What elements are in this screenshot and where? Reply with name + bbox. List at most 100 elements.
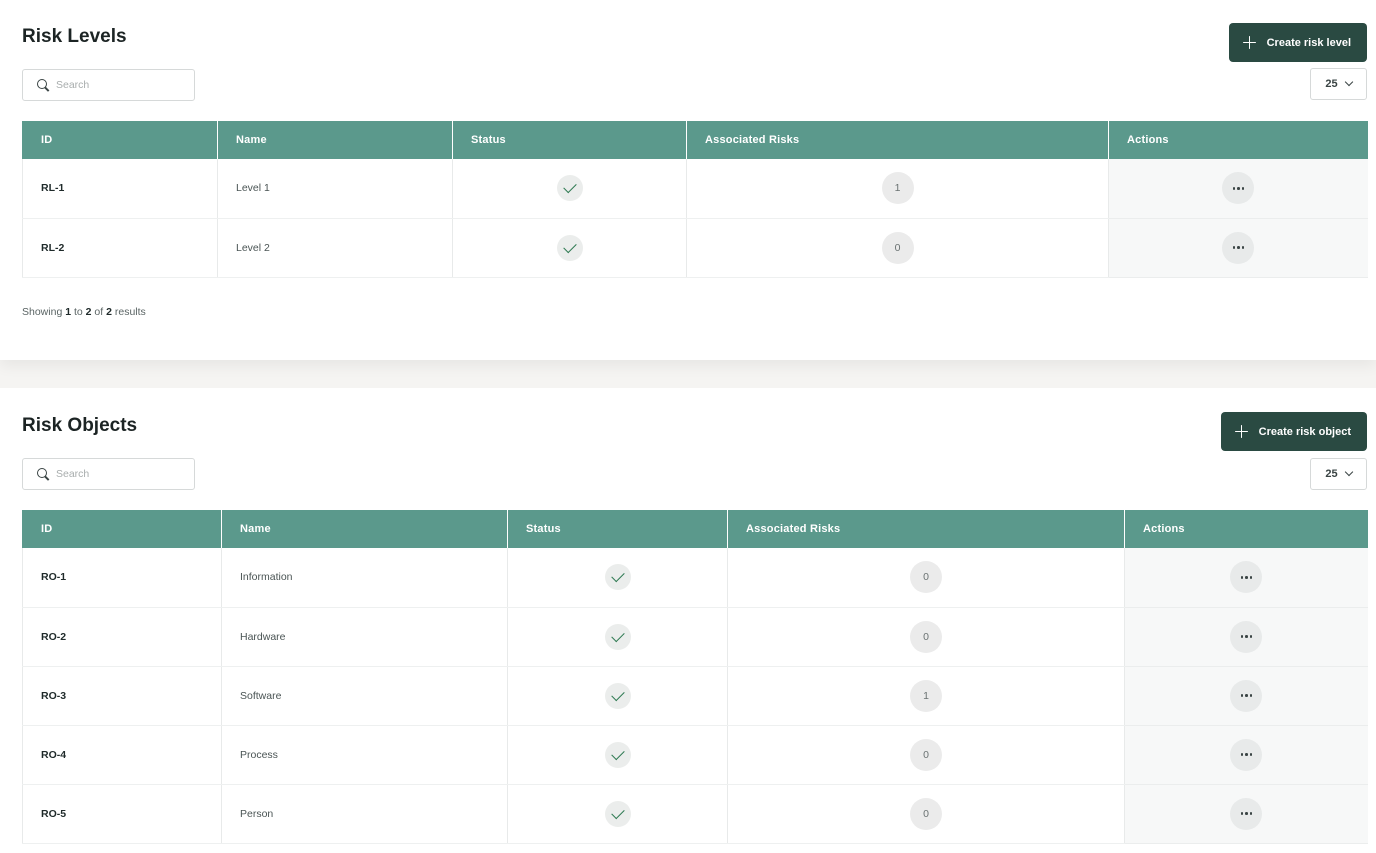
column-header-name[interactable]: Name	[221, 510, 508, 548]
status-badge	[604, 682, 631, 709]
row-status	[507, 784, 728, 844]
more-actions-button[interactable]	[1230, 679, 1263, 712]
table-row[interactable]: RO-5 Person 0	[22, 784, 1368, 844]
risk-objects-search-input[interactable]	[56, 468, 176, 480]
risk-objects-table: ID Name Status Associated Risks Actions …	[22, 510, 1368, 844]
row-id: RO-3	[22, 666, 222, 726]
status-badge	[604, 800, 631, 827]
row-name: Level 2	[217, 218, 453, 278]
more-icon	[1240, 753, 1243, 756]
search-icon	[37, 467, 50, 481]
associated-risks-count: 0	[910, 797, 942, 830]
row-id: RO-1	[22, 548, 222, 608]
table-header-row: ID Name Status Associated Risks Actions	[22, 510, 1368, 548]
pagination-of-word: of	[94, 306, 104, 318]
row-actions	[1124, 666, 1368, 726]
associated-risks-count: 1	[881, 172, 914, 205]
row-name: Hardware	[221, 607, 508, 667]
create-risk-object-label: Create risk object	[1258, 425, 1351, 438]
create-risk-level-button[interactable]: Create risk level	[1228, 23, 1367, 62]
row-name: Person	[221, 784, 508, 844]
more-actions-button[interactable]	[1230, 738, 1263, 771]
row-name: Level 1	[217, 159, 453, 219]
status-badge	[604, 741, 631, 768]
column-header-associated-risks[interactable]: Associated Risks	[686, 121, 1109, 159]
column-header-status[interactable]: Status	[452, 121, 687, 159]
risk-levels-title: Risk Levels	[22, 26, 127, 47]
pagination-total: 2	[106, 306, 112, 318]
column-header-actions: Actions	[1124, 510, 1368, 548]
row-status	[452, 159, 687, 219]
risk-levels-card: Risk Levels Create risk level 25 ID Name…	[0, 0, 1376, 360]
check-icon	[562, 239, 577, 253]
row-id: RO-4	[22, 725, 222, 785]
create-risk-object-button[interactable]: Create risk object	[1220, 412, 1367, 451]
status-badge	[604, 564, 631, 591]
table-row[interactable]: RO-3 Software 1	[22, 666, 1368, 726]
check-icon	[562, 180, 577, 194]
table-row[interactable]: RO-2 Hardware 0	[22, 607, 1368, 667]
more-actions-button[interactable]	[1222, 172, 1255, 205]
risk-levels-search[interactable]	[22, 69, 195, 101]
pagination-summary: Showing 1 to 2 of 2 results	[22, 306, 146, 318]
page-size-value: 25	[1325, 78, 1338, 90]
risk-levels-table: ID Name Status Associated Risks Actions …	[22, 121, 1368, 278]
search-icon	[37, 78, 50, 92]
check-icon	[610, 628, 625, 642]
table-row[interactable]: RO-1 Information 0	[22, 548, 1368, 608]
more-icon	[1240, 576, 1243, 579]
row-id: RO-2	[22, 607, 222, 667]
pagination-suffix: results	[114, 306, 146, 318]
pagination-from: 1	[65, 306, 72, 318]
check-icon	[610, 569, 625, 583]
row-name: Information	[221, 548, 508, 608]
more-actions-button[interactable]	[1230, 797, 1263, 830]
more-icon	[1232, 246, 1235, 249]
check-icon	[610, 687, 625, 701]
more-icon	[1240, 812, 1243, 815]
row-status	[507, 666, 728, 726]
row-associated-risks: 0	[727, 607, 1125, 667]
row-id: RO-5	[22, 784, 222, 844]
more-icon	[1232, 187, 1235, 190]
more-icon	[1240, 694, 1243, 697]
row-associated-risks: 0	[727, 784, 1125, 844]
column-header-id[interactable]: ID	[22, 510, 222, 548]
plus-icon	[1242, 36, 1256, 49]
risk-objects-search[interactable]	[22, 458, 195, 490]
row-associated-risks: 1	[686, 159, 1109, 219]
status-badge	[556, 234, 583, 261]
row-status	[507, 607, 728, 667]
plus-icon	[1234, 425, 1248, 438]
column-header-associated-risks[interactable]: Associated Risks	[727, 510, 1125, 548]
more-actions-button[interactable]	[1222, 231, 1255, 264]
row-actions	[1124, 548, 1368, 608]
row-associated-risks: 0	[727, 548, 1125, 608]
table-row[interactable]: RL-2 Level 2 0	[22, 218, 1368, 278]
pagination-to: 2	[85, 306, 92, 318]
associated-risks-count: 1	[910, 679, 942, 712]
row-name: Software	[221, 666, 508, 726]
table-row[interactable]: RO-4 Process 0	[22, 725, 1368, 785]
table-row[interactable]: RL-1 Level 1 1	[22, 159, 1368, 219]
column-header-id[interactable]: ID	[22, 121, 218, 159]
create-risk-level-label: Create risk level	[1266, 36, 1351, 49]
column-header-status[interactable]: Status	[507, 510, 728, 548]
risk-objects-title: Risk Objects	[22, 415, 138, 436]
row-id: RL-2	[22, 218, 218, 278]
column-header-actions: Actions	[1108, 121, 1368, 159]
row-actions	[1124, 725, 1368, 785]
status-badge	[604, 623, 631, 650]
more-actions-button[interactable]	[1230, 561, 1263, 594]
row-actions	[1124, 607, 1368, 667]
column-header-name[interactable]: Name	[217, 121, 453, 159]
row-name: Process	[221, 725, 508, 785]
more-actions-button[interactable]	[1230, 620, 1263, 653]
check-icon	[610, 805, 625, 819]
risk-objects-page-size-select[interactable]: 25	[1310, 458, 1367, 490]
chevron-down-icon	[1344, 467, 1353, 477]
row-actions	[1108, 159, 1368, 219]
risk-levels-page-size-select[interactable]: 25	[1310, 68, 1367, 100]
pagination-to-word: to	[73, 306, 83, 318]
risk-levels-search-input[interactable]	[56, 79, 176, 91]
